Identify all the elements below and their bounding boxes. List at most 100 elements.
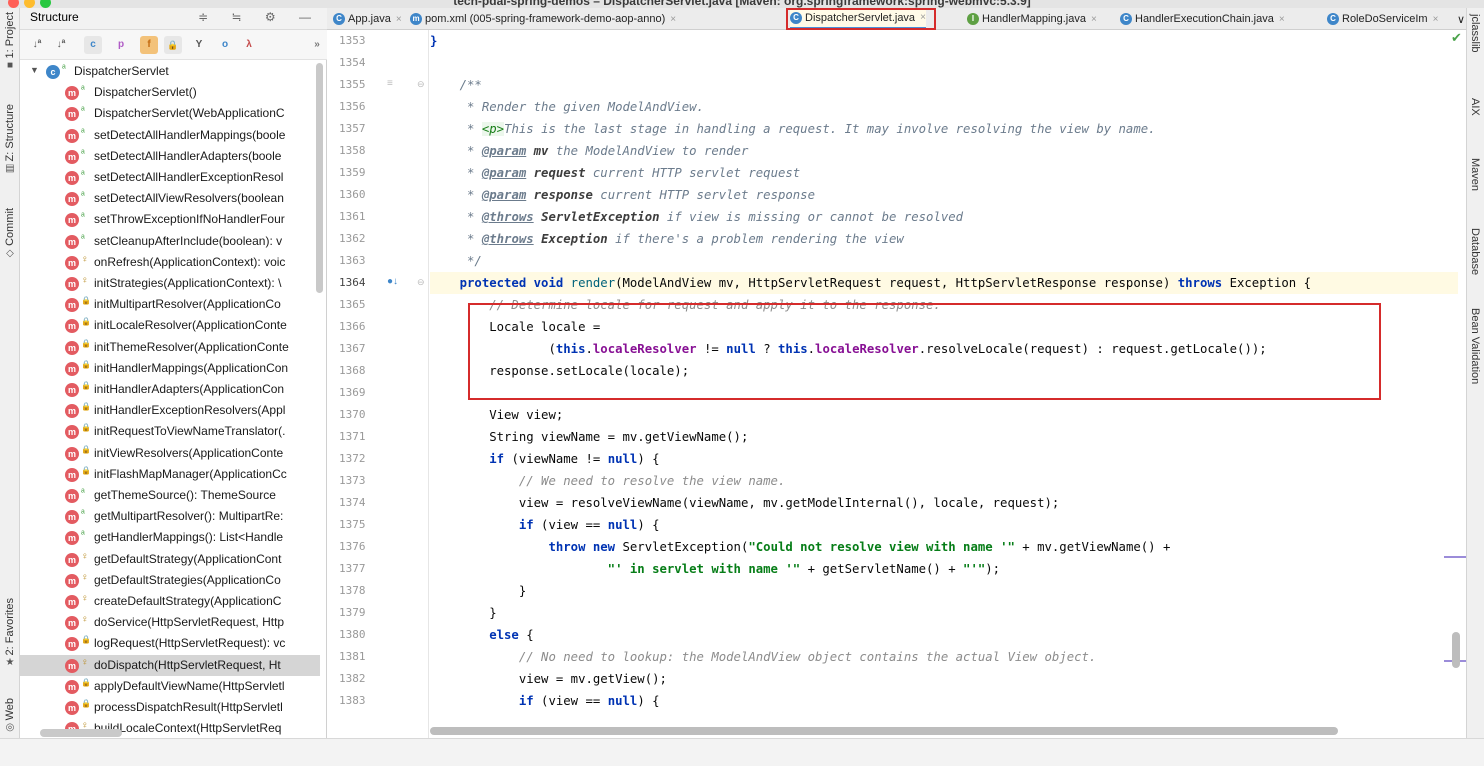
more-icon[interactable]: »: [308, 36, 326, 54]
tree-item[interactable]: m 🔒 initMultipartResolver(ApplicationCo: [20, 294, 320, 315]
editor-tab[interactable]: C HandlerExecutionChain.java ×: [1120, 8, 1285, 29]
tree-root-class[interactable]: ▼ c ᵃ DispatcherServlet: [20, 61, 320, 82]
panel-options-icon[interactable]: ≑ ≒ ⚙ —: [198, 10, 321, 24]
sort-visibility-icon[interactable]: ↓ª: [52, 36, 70, 54]
line-number: 1366: [339, 320, 366, 333]
close-tab-icon[interactable]: ×: [670, 14, 676, 25]
tree-item-label: setDetectAllHandlerExceptionResol: [94, 170, 284, 184]
method-icon: m: [65, 510, 79, 525]
method-icon: m: [65, 404, 79, 419]
code-line: * <p>This is the last stage in handling …: [430, 122, 1156, 136]
tree-item[interactable]: m 🔒 initThemeResolver(ApplicationConte: [20, 337, 320, 358]
tree-item[interactable]: m ᵃ setDetectAllHandlerExceptionResol: [20, 167, 320, 188]
right-tool-tab[interactable]: Database: [1469, 228, 1481, 275]
globe-icon: ◎: [5, 722, 15, 734]
line-number: 1357: [339, 122, 366, 135]
close-tab-icon[interactable]: ×: [1091, 14, 1097, 25]
protected-visibility-icon: ♀: [81, 593, 89, 604]
public-visibility-icon: ᵃ: [81, 529, 85, 541]
editor-horizontal-scrollbar[interactable]: [430, 727, 1338, 735]
editor-tab[interactable]: I HandlerMapping.java ×: [967, 8, 1097, 29]
tree-item[interactable]: m 🔒 initHandlerExceptionResolvers(Appl: [20, 400, 320, 421]
code-line: view = mv.getView();: [430, 672, 667, 686]
close-tab-icon[interactable]: ×: [396, 14, 402, 25]
tree-item[interactable]: m ᵃ setCleanupAfterInclude(boolean): v: [20, 231, 320, 252]
fold-icon[interactable]: ⊖: [417, 79, 425, 90]
commit-icon: ◇: [6, 247, 14, 259]
rendered-doc-icon[interactable]: ≡: [387, 78, 393, 89]
method-icon: m: [65, 595, 79, 609]
tree-item[interactable]: m ♀ getDefaultStrategy(ApplicationCont: [20, 549, 320, 570]
tree-scrollbar[interactable]: [316, 63, 323, 293]
tree-item[interactable]: m ᵃ setDetectAllViewResolvers(boolean: [20, 188, 320, 209]
show-inherited-icon[interactable]: c: [84, 36, 102, 54]
tool-tab-favorites[interactable]: 2: Favorites ★: [2, 598, 18, 668]
filter-icon[interactable]: Y: [190, 36, 208, 54]
editor-tab[interactable]: m pom.xml (005-spring-framework-demo-aop-…: [410, 8, 676, 29]
tree-horizontal-scrollbar[interactable]: [40, 729, 122, 737]
tree-item[interactable]: m 🔒 initViewResolvers(ApplicationConte: [20, 443, 320, 464]
tree-item[interactable]: m 🔒 initFlashMapManager(ApplicationCc: [20, 464, 320, 485]
tree-item[interactable]: m ᵃ setDetectAllHandlerMappings(boole: [20, 125, 320, 146]
right-tool-tab[interactable]: Bean Validation: [1469, 308, 1481, 384]
tree-item[interactable]: m ᵃ getMultipartResolver(): MultipartRe:: [20, 506, 320, 527]
tabs-overflow-icon[interactable]: ∨: [1457, 8, 1465, 29]
code-line: * Render the given ModelAndView.: [430, 100, 704, 114]
editor-tab[interactable]: C RoleDoServiceIm ×: [1327, 8, 1439, 29]
right-tool-tab[interactable]: jclasslib: [1469, 14, 1481, 53]
tool-tab-label: Z: Structure: [4, 104, 16, 162]
code-line: }: [430, 584, 527, 598]
method-icon: m: [65, 489, 79, 503]
tree-item[interactable]: m ♀ doDispatch(HttpServletRequest, Ht: [20, 654, 320, 676]
tree-item[interactable]: m 🔒 initHandlerAdapters(ApplicationCon: [20, 379, 320, 400]
right-tool-tab[interactable]: Maven: [1469, 158, 1481, 191]
title-bar: tech-pdai-spring-demos – DispatcherServl…: [0, 0, 1484, 8]
tool-tab-commit[interactable]: Commit ◇: [2, 208, 18, 259]
method-icon: m: [65, 213, 79, 228]
tool-tab-project[interactable]: 1: Project ■: [2, 12, 18, 71]
expand-arrow-icon[interactable]: ▼: [30, 65, 39, 75]
code-line: * @throws ServletException if view is mi…: [430, 210, 964, 224]
tree-item[interactable]: m ᵃ getHandlerMappings(): List<Handle: [20, 527, 320, 548]
tree-item[interactable]: m 🔒 initLocaleResolver(ApplicationConte: [20, 315, 320, 336]
inspection-ok-icon[interactable]: ✔: [1451, 30, 1462, 46]
tool-tab-web[interactable]: Web ◎: [2, 698, 18, 733]
code-line: * @param response current HTTP servlet r…: [430, 188, 815, 202]
override-marker-icon[interactable]: ●↓: [387, 276, 398, 287]
tree-item[interactable]: m ♀ createDefaultStrategy(ApplicationC: [20, 591, 320, 612]
tool-tab-label: 1: Project: [4, 12, 16, 59]
tree-item[interactable]: m 🔒 applyDefaultViewName(HttpServletl: [20, 676, 320, 697]
window-title: tech-pdai-spring-demos – DispatcherServl…: [453, 0, 1031, 8]
method-icon: m: [65, 679, 79, 694]
method-icon: m: [65, 128, 79, 143]
class-icon: c: [46, 65, 60, 79]
line-number: 1359: [339, 166, 366, 179]
tree-item[interactable]: m ♀ initStrategies(ApplicationContext): \: [20, 273, 320, 294]
code-line: "' in servlet with name '" + getServletN…: [430, 562, 1001, 576]
tree-item[interactable]: m ᵃ setThrowExceptionIfNoHandlerFour: [20, 209, 320, 230]
tree-item[interactable]: m ♀ doService(HttpServletRequest, Http: [20, 612, 320, 633]
tree-item[interactable]: m ♀ getDefaultStrategies(ApplicationCo: [20, 570, 320, 591]
show-anonymous-icon[interactable]: o: [216, 36, 234, 54]
tree-item[interactable]: m 🔒 logRequest(HttpServletRequest): vc: [20, 633, 320, 654]
fold-icon[interactable]: ⊖: [417, 277, 425, 288]
editor-vertical-scrollbar[interactable]: [1452, 632, 1460, 668]
tree-item[interactable]: m ᵃ DispatcherServlet(): [20, 82, 320, 103]
tool-tab-structure[interactable]: Z: Structure ▤: [2, 104, 18, 174]
tree-item[interactable]: m ᵃ getThemeSource(): ThemeSource: [20, 485, 320, 506]
show-lambdas-icon[interactable]: λ: [240, 36, 258, 54]
sort-alpha-icon[interactable]: ↓ª: [28, 36, 46, 54]
close-tab-icon[interactable]: ×: [1433, 14, 1439, 25]
tree-item[interactable]: m 🔒 processDispatchResult(HttpServletl: [20, 697, 320, 718]
tree-item[interactable]: m ♀ onRefresh(ApplicationContext): voic: [20, 252, 320, 273]
show-properties-icon[interactable]: p: [112, 36, 130, 54]
right-tool-tab[interactable]: AIX: [1469, 98, 1481, 116]
tree-item[interactable]: m 🔒 initHandlerMappings(ApplicationCon: [20, 358, 320, 379]
tree-item[interactable]: m ᵃ setDetectAllHandlerAdapters(boole: [20, 146, 320, 167]
tree-item[interactable]: m 🔒 initRequestToViewNameTranslator(.: [20, 421, 320, 442]
show-non-public-icon[interactable]: 🔒: [164, 36, 182, 54]
show-fields-icon[interactable]: f: [140, 36, 158, 54]
close-tab-icon[interactable]: ×: [1279, 14, 1285, 25]
editor-tab[interactable]: C App.java ×: [333, 8, 402, 29]
tree-item[interactable]: m ᵃ DispatcherServlet(WebApplicationC: [20, 103, 320, 124]
